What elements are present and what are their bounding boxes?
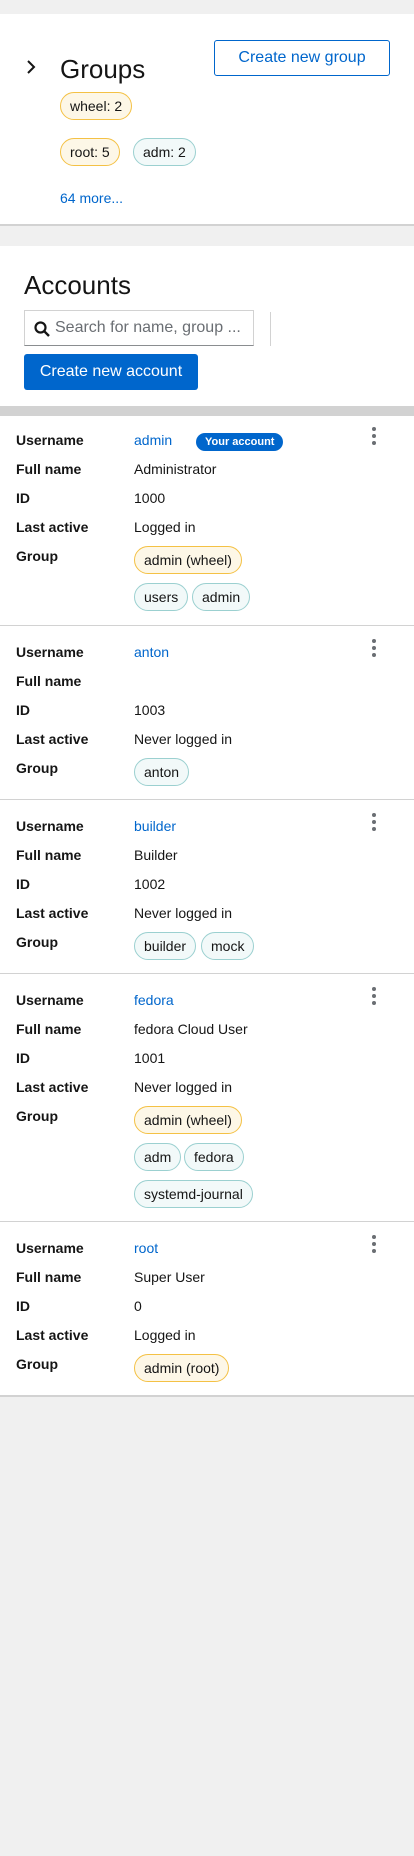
last-active-value: Never logged in (134, 905, 233, 921)
last-active-value: Never logged in (134, 1079, 233, 1095)
search-icon (34, 321, 50, 337)
full-name-label: Full name (16, 1021, 82, 1037)
account-card-root: Username root Full name Super User ID 0 … (0, 1222, 414, 1395)
last-active-label: Last active (16, 731, 89, 747)
username-label: Username (16, 644, 84, 660)
kebab-menu-icon[interactable] (368, 986, 380, 1006)
toolbar-divider (270, 312, 271, 346)
username-link[interactable]: fedora (134, 992, 174, 1008)
username-link[interactable]: admin (134, 432, 172, 448)
kebab-menu-icon[interactable] (368, 638, 380, 658)
group-chip-adm[interactable]: adm: 2 (133, 138, 196, 166)
username-label: Username (16, 1240, 84, 1256)
username-link[interactable]: builder (134, 818, 176, 834)
last-active-label: Last active (16, 905, 89, 921)
create-group-button[interactable]: Create new group (214, 40, 390, 76)
groups-panel: Groups Create new group wheel: 2 root: 5… (0, 14, 414, 226)
group-label: Group (16, 548, 58, 564)
more-groups-link[interactable]: 64 more... (60, 190, 123, 206)
group-chip[interactable]: systemd-journal (134, 1180, 253, 1208)
id-label: ID (16, 1298, 30, 1314)
full-name-label: Full name (16, 673, 82, 689)
last-active-label: Last active (16, 1327, 89, 1343)
chevron-right-icon[interactable] (26, 60, 36, 74)
account-card-anton: Username anton Full name ID 1003 Last ac… (0, 626, 414, 800)
username-label: Username (16, 818, 84, 834)
group-chip[interactable]: fedora (184, 1143, 244, 1171)
full-name-value: Administrator (134, 461, 217, 477)
account-card-fedora: Username fedora Full name fedora Cloud U… (0, 974, 414, 1222)
group-label: Group (16, 1356, 58, 1372)
id-value: 1001 (134, 1050, 166, 1066)
list-bottom-border (0, 1395, 414, 1397)
groups-title: Groups (60, 54, 146, 84)
group-chip-root[interactable]: root: 5 (60, 138, 120, 166)
group-chip[interactable]: adm (134, 1143, 182, 1171)
accounts-panel: Accounts Search for name, group ... Crea… (0, 246, 414, 406)
full-name-value: Builder (134, 847, 178, 863)
id-label: ID (16, 1050, 30, 1066)
username-link[interactable]: anton (134, 644, 169, 660)
create-account-button[interactable]: Create new account (24, 354, 198, 390)
full-name-value: fedora Cloud User (134, 1021, 248, 1037)
last-active-value: Logged in (134, 519, 196, 535)
account-card-admin: Username admin Your account Full name Ad… (0, 416, 414, 626)
group-chip[interactable]: admin (wheel) (134, 1106, 242, 1134)
last-active-value: Logged in (134, 1327, 196, 1343)
username-label: Username (16, 432, 84, 448)
id-value: 1000 (134, 490, 166, 506)
full-name-label: Full name (16, 461, 82, 477)
accounts-title: Accounts (24, 270, 131, 300)
kebab-menu-icon[interactable] (368, 812, 380, 832)
id-value: 1002 (134, 876, 166, 892)
group-chip[interactable]: admin (wheel) (134, 546, 242, 574)
section-divider (0, 406, 414, 416)
account-card-builder: Username builder Full name Builder ID 10… (0, 800, 414, 974)
id-label: ID (16, 876, 30, 892)
full-name-value: Super User (134, 1269, 205, 1285)
group-chip[interactable]: mock (201, 932, 255, 960)
group-label: Group (16, 760, 58, 776)
group-chip[interactable]: builder (134, 932, 197, 960)
group-chip[interactable]: anton (134, 758, 190, 786)
search-input[interactable]: Search for name, group ... (24, 310, 254, 346)
kebab-menu-icon[interactable] (368, 426, 380, 446)
last-active-value: Never logged in (134, 731, 233, 747)
kebab-menu-icon[interactable] (368, 1234, 380, 1254)
your-account-badge: Your account (196, 433, 284, 451)
id-value: 1003 (134, 702, 166, 718)
id-label: ID (16, 490, 30, 506)
group-chip[interactable]: admin (192, 583, 251, 611)
last-active-label: Last active (16, 519, 89, 535)
username-label: Username (16, 992, 84, 1008)
group-chip[interactable]: users (134, 583, 189, 611)
group-label: Group (16, 1108, 58, 1124)
last-active-label: Last active (16, 1079, 89, 1095)
group-chip[interactable]: admin (root) (134, 1354, 230, 1382)
username-link[interactable]: root (134, 1240, 158, 1256)
group-chip-wheel[interactable]: wheel: 2 (60, 92, 133, 120)
id-value: 0 (134, 1298, 142, 1314)
id-label: ID (16, 702, 30, 718)
full-name-label: Full name (16, 1269, 82, 1285)
group-label: Group (16, 934, 58, 950)
full-name-label: Full name (16, 847, 82, 863)
